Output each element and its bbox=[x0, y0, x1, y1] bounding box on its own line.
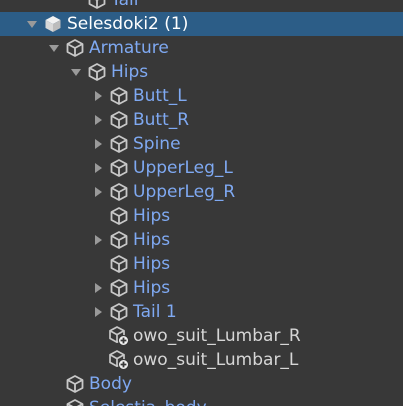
collapsed-arrow-icon[interactable] bbox=[90, 180, 106, 204]
hierarchy-row[interactable]: Selestia_body bbox=[0, 396, 403, 406]
prefab-cube-icon bbox=[64, 36, 86, 60]
hierarchy-item-label: UpperLeg_L bbox=[133, 158, 233, 178]
collapsed-arrow-icon[interactable] bbox=[90, 276, 106, 300]
hierarchy-item-label: Selesdoki2 (1) bbox=[67, 14, 189, 34]
gameobject-added-icon bbox=[108, 348, 130, 372]
hierarchy-row[interactable]: Spine bbox=[0, 132, 403, 156]
expanded-arrow-icon[interactable] bbox=[68, 60, 84, 84]
collapsed-arrow-icon[interactable] bbox=[90, 156, 106, 180]
prefab-cube-icon bbox=[108, 204, 130, 228]
prefab-cube-icon bbox=[108, 132, 130, 156]
hierarchy-item-label: owo_suit_Lumbar_L bbox=[133, 350, 299, 370]
gameobject-added-icon bbox=[108, 324, 130, 348]
hierarchy-item-label: owo_suit_Lumbar_R bbox=[133, 326, 301, 346]
hierarchy-row[interactable]: UpperLeg_L bbox=[0, 156, 403, 180]
hierarchy-row[interactable]: Hips bbox=[0, 204, 403, 228]
hierarchy-item-label: Selestia_body bbox=[89, 396, 207, 406]
prefab-cube-icon bbox=[108, 252, 130, 276]
hierarchy-item-label: Tail bbox=[111, 0, 139, 10]
hierarchy-row[interactable]: Armature bbox=[0, 36, 403, 60]
hierarchy-item-label: Hips bbox=[133, 230, 171, 250]
hierarchy-item-label: Hips bbox=[133, 206, 171, 226]
hierarchy-item-label: Hips bbox=[133, 254, 171, 274]
prefab-cube-icon bbox=[108, 276, 130, 300]
prefab-cube-icon bbox=[108, 156, 130, 180]
prefab-root-icon bbox=[42, 12, 64, 36]
hierarchy-row[interactable]: Butt_R bbox=[0, 108, 403, 132]
hierarchy-item-label: Hips bbox=[133, 278, 171, 298]
hierarchy-row[interactable]: Body bbox=[0, 372, 403, 396]
hierarchy-item-label: Armature bbox=[89, 38, 169, 58]
hierarchy-row[interactable]: Butt_L bbox=[0, 84, 403, 108]
hierarchy-row[interactable]: owo_suit_Lumbar_L bbox=[0, 348, 403, 372]
hierarchy-panel: Tail Selesdoki2 (1) Armature Hips Butt_L Butt… bbox=[0, 0, 403, 406]
prefab-cube-icon bbox=[108, 228, 130, 252]
collapsed-arrow-icon[interactable] bbox=[90, 300, 106, 324]
prefab-cube-icon bbox=[108, 300, 130, 324]
hierarchy-item-label: Tail 1 bbox=[133, 302, 177, 322]
expanded-arrow-icon[interactable] bbox=[46, 36, 62, 60]
collapsed-arrow-icon[interactable] bbox=[90, 228, 106, 252]
prefab-cube-icon bbox=[108, 84, 130, 108]
prefab-cube-icon bbox=[108, 180, 130, 204]
prefab-cube-icon bbox=[64, 372, 86, 396]
hierarchy-item-label: UpperLeg_R bbox=[133, 182, 236, 202]
collapsed-arrow-icon[interactable] bbox=[90, 132, 106, 156]
hierarchy-row[interactable]: Hips bbox=[0, 252, 403, 276]
prefab-cube-icon bbox=[86, 60, 108, 84]
collapsed-arrow-icon[interactable] bbox=[90, 108, 106, 132]
hierarchy-row[interactable]: Selesdoki2 (1) bbox=[0, 12, 403, 36]
hierarchy-row[interactable]: Hips bbox=[0, 276, 403, 300]
collapsed-arrow-icon[interactable] bbox=[90, 84, 106, 108]
hierarchy-row[interactable]: Tail 1 bbox=[0, 300, 403, 324]
prefab-cube-icon bbox=[64, 396, 86, 406]
hierarchy-item-label: Spine bbox=[133, 134, 181, 154]
hierarchy-row[interactable]: owo_suit_Lumbar_R bbox=[0, 324, 403, 348]
hierarchy-item-label: Hips bbox=[111, 62, 149, 82]
prefab-cube-icon bbox=[108, 108, 130, 132]
hierarchy-row[interactable]: Hips bbox=[0, 60, 403, 84]
hierarchy-row[interactable]: Tail bbox=[0, 0, 403, 12]
expanded-arrow-icon[interactable] bbox=[24, 12, 40, 36]
hierarchy-item-label: Butt_R bbox=[133, 110, 190, 130]
hierarchy-item-label: Body bbox=[89, 374, 132, 394]
hierarchy-row[interactable]: Hips bbox=[0, 228, 403, 252]
prefab-cube-icon bbox=[86, 0, 108, 12]
hierarchy-item-label: Butt_L bbox=[133, 86, 187, 106]
hierarchy-row[interactable]: UpperLeg_R bbox=[0, 180, 403, 204]
